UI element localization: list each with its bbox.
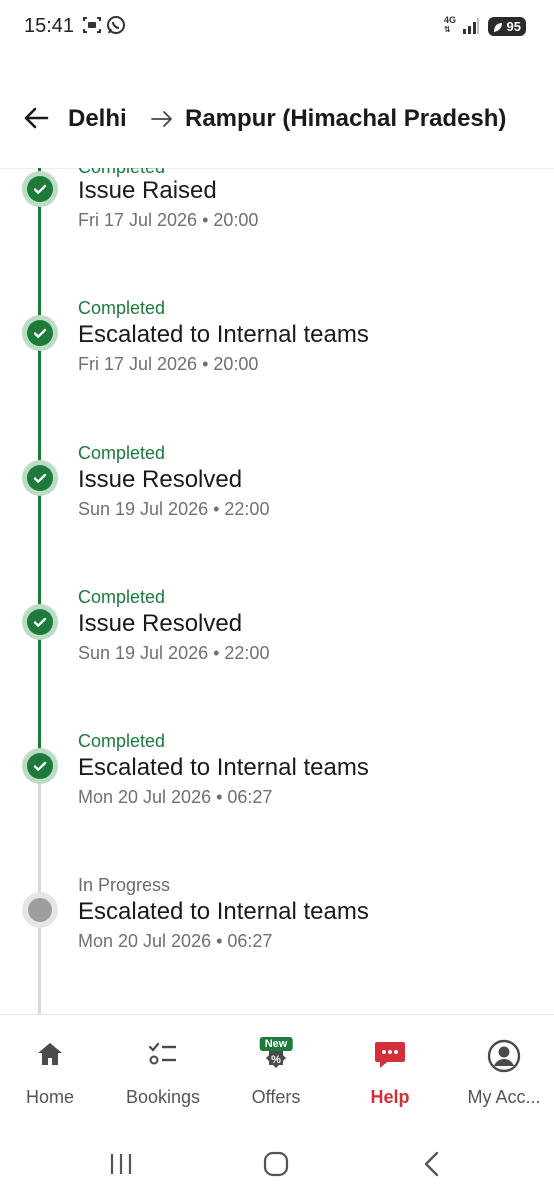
battery-level: 95 [506,19,521,34]
timeline-step: Completed Escalated to Internal teams Fr… [0,288,554,398]
timeline-step: Completed Issue Resolved Sun 19 Jul 2026… [0,433,554,543]
step-status: Completed [78,298,166,318]
step-completed-marker [22,604,58,640]
nav-home-label: Home [25,1087,74,1107]
back-system-button[interactable] [420,1150,444,1183]
step-status: Completed [78,731,166,751]
timeline-step: Completed Issue Raised Fri 17 Jul 2026 •… [0,168,554,254]
step-date: Mon 20 Jul 2026 • 06:27 [78,787,273,807]
step-title: Issue Resolved [78,610,243,637]
step-completed-marker [22,171,58,207]
step-date: Mon 20 Jul 2026 • 06:27 [78,931,273,951]
system-back-icon [424,1151,439,1177]
bottom-navigation: Home Bookings % New Offers Help My Acc..… [0,1014,554,1129]
step-completed-marker [22,315,58,351]
account-icon [487,1039,521,1078]
route-header: Delhi Rampur (Himachal Pradesh) [0,56,554,169]
route-origin: Delhi [68,105,127,132]
battery-saver-icon [493,21,503,36]
offers-icon: % [261,1047,291,1080]
home-icon [36,1041,64,1072]
step-pending-marker [22,892,58,928]
step-date: Sun 19 Jul 2026 • 22:00 [78,499,270,519]
nav-help-label: Help [370,1087,410,1107]
step-status: In Progress [78,875,171,895]
recent-apps-button[interactable] [108,1150,134,1183]
nav-account-label: My Acc... [467,1087,541,1107]
nav-home[interactable]: Home [0,1015,105,1129]
whatsapp-icon [106,15,126,40]
nav-offers[interactable]: % New Offers [221,1015,331,1129]
help-chat-icon [373,1039,407,1076]
home-system-button[interactable] [262,1150,290,1183]
network-indicator: 4G ⇅ [444,15,457,35]
home-circle-icon [263,1151,289,1177]
nav-help[interactable]: Help [335,1015,445,1129]
step-title: Issue Resolved [78,466,243,493]
step-completed-marker [22,460,58,496]
route-destination: Rampur (Himachal Pradesh) [185,105,507,132]
check-icon [33,328,47,338]
recent-apps-icon [110,1154,132,1174]
step-date: Fri 17 Jul 2026 • 20:00 [78,210,259,230]
bookings-icon [148,1041,178,1072]
status-time: 15:41 [24,15,75,37]
battery-indicator: 95 [488,17,526,36]
check-icon [33,184,47,194]
timeline-step: Completed Escalated to Internal teams Mo… [0,721,554,831]
offers-new-badge: New [259,1037,293,1051]
back-arrow-icon [24,107,49,129]
check-icon [33,473,47,483]
nav-account[interactable]: My Acc... [449,1015,554,1129]
check-icon [33,761,47,771]
step-title: Escalated to Internal teams [78,898,369,925]
step-title: Issue Raised [78,177,217,204]
step-title: Escalated to Internal teams [78,321,369,348]
step-completed-marker [22,748,58,784]
route-arrow-icon [150,108,174,135]
step-date: Fri 17 Jul 2026 • 20:00 [78,354,259,374]
issue-timeline[interactable]: Completed Issue Raised Fri 17 Jul 2026 •… [0,168,554,1014]
nav-offers-label: Offers [251,1087,301,1107]
check-icon [33,617,47,627]
nav-bookings[interactable]: Bookings [108,1015,218,1129]
step-title: Escalated to Internal teams [78,754,369,781]
svg-text:%: % [271,1054,281,1066]
signal-icon [462,17,480,40]
screenshot-icon [82,15,102,40]
timeline-step: Completed Issue Resolved Sun 19 Jul 2026… [0,577,554,687]
timeline-step: In Progress Escalated to Internal teams … [0,865,554,975]
status-bar: 15:41 4G ⇅ 95 [0,0,554,56]
step-status: Completed [78,443,166,463]
step-date: Sun 19 Jul 2026 • 22:00 [78,643,270,663]
nav-bookings-label: Bookings [125,1087,201,1107]
back-button[interactable] [18,100,54,136]
step-status: Completed [78,587,166,607]
system-navigation-bar [0,1128,554,1200]
